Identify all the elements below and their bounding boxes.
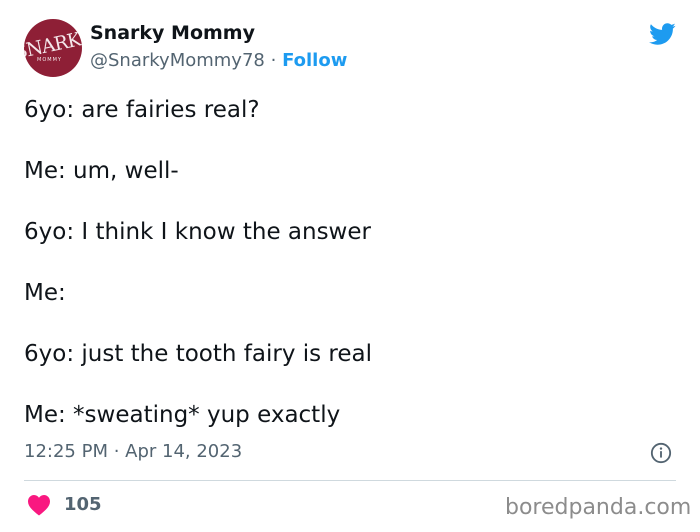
like-count[interactable]: 105 [64,494,102,515]
tweet-line: 6yo: just the tooth fairy is real [24,341,373,367]
watermark: boredpanda.com [505,495,692,520]
tweet-line: 6yo: I think I know the answer [24,219,371,245]
heart-icon[interactable] [27,494,51,516]
tweet-card: SNARKY MOMMY Snarky Mommy @SnarkyMommy78… [0,0,700,532]
info-icon[interactable] [650,442,672,464]
avatar[interactable]: SNARKY MOMMY [24,19,82,77]
tweet-timestamp[interactable]: 12:25 PM · Apr 14, 2023 [24,441,242,462]
handle-separator: · [270,50,277,71]
twitter-bird-icon[interactable] [646,20,678,48]
author-display-name[interactable]: Snarky Mommy [90,22,255,44]
divider [24,480,676,481]
tweet-body: 6yo: are fairies real? Me: um, well- 6yo… [24,95,674,461]
avatar-subtext: MOMMY [37,57,62,63]
tweet-line: Me: *sweating* yup exactly [24,402,341,428]
follow-button[interactable]: Follow [282,50,347,71]
author-handle-line: @SnarkyMommy78 · Follow [90,50,347,71]
tweet-line: Me: [24,280,66,306]
author-handle[interactable]: @SnarkyMommy78 [90,50,265,71]
tweet-line: 6yo: are fairies real? [24,97,260,123]
tweet-line: Me: um, well- [24,158,179,184]
